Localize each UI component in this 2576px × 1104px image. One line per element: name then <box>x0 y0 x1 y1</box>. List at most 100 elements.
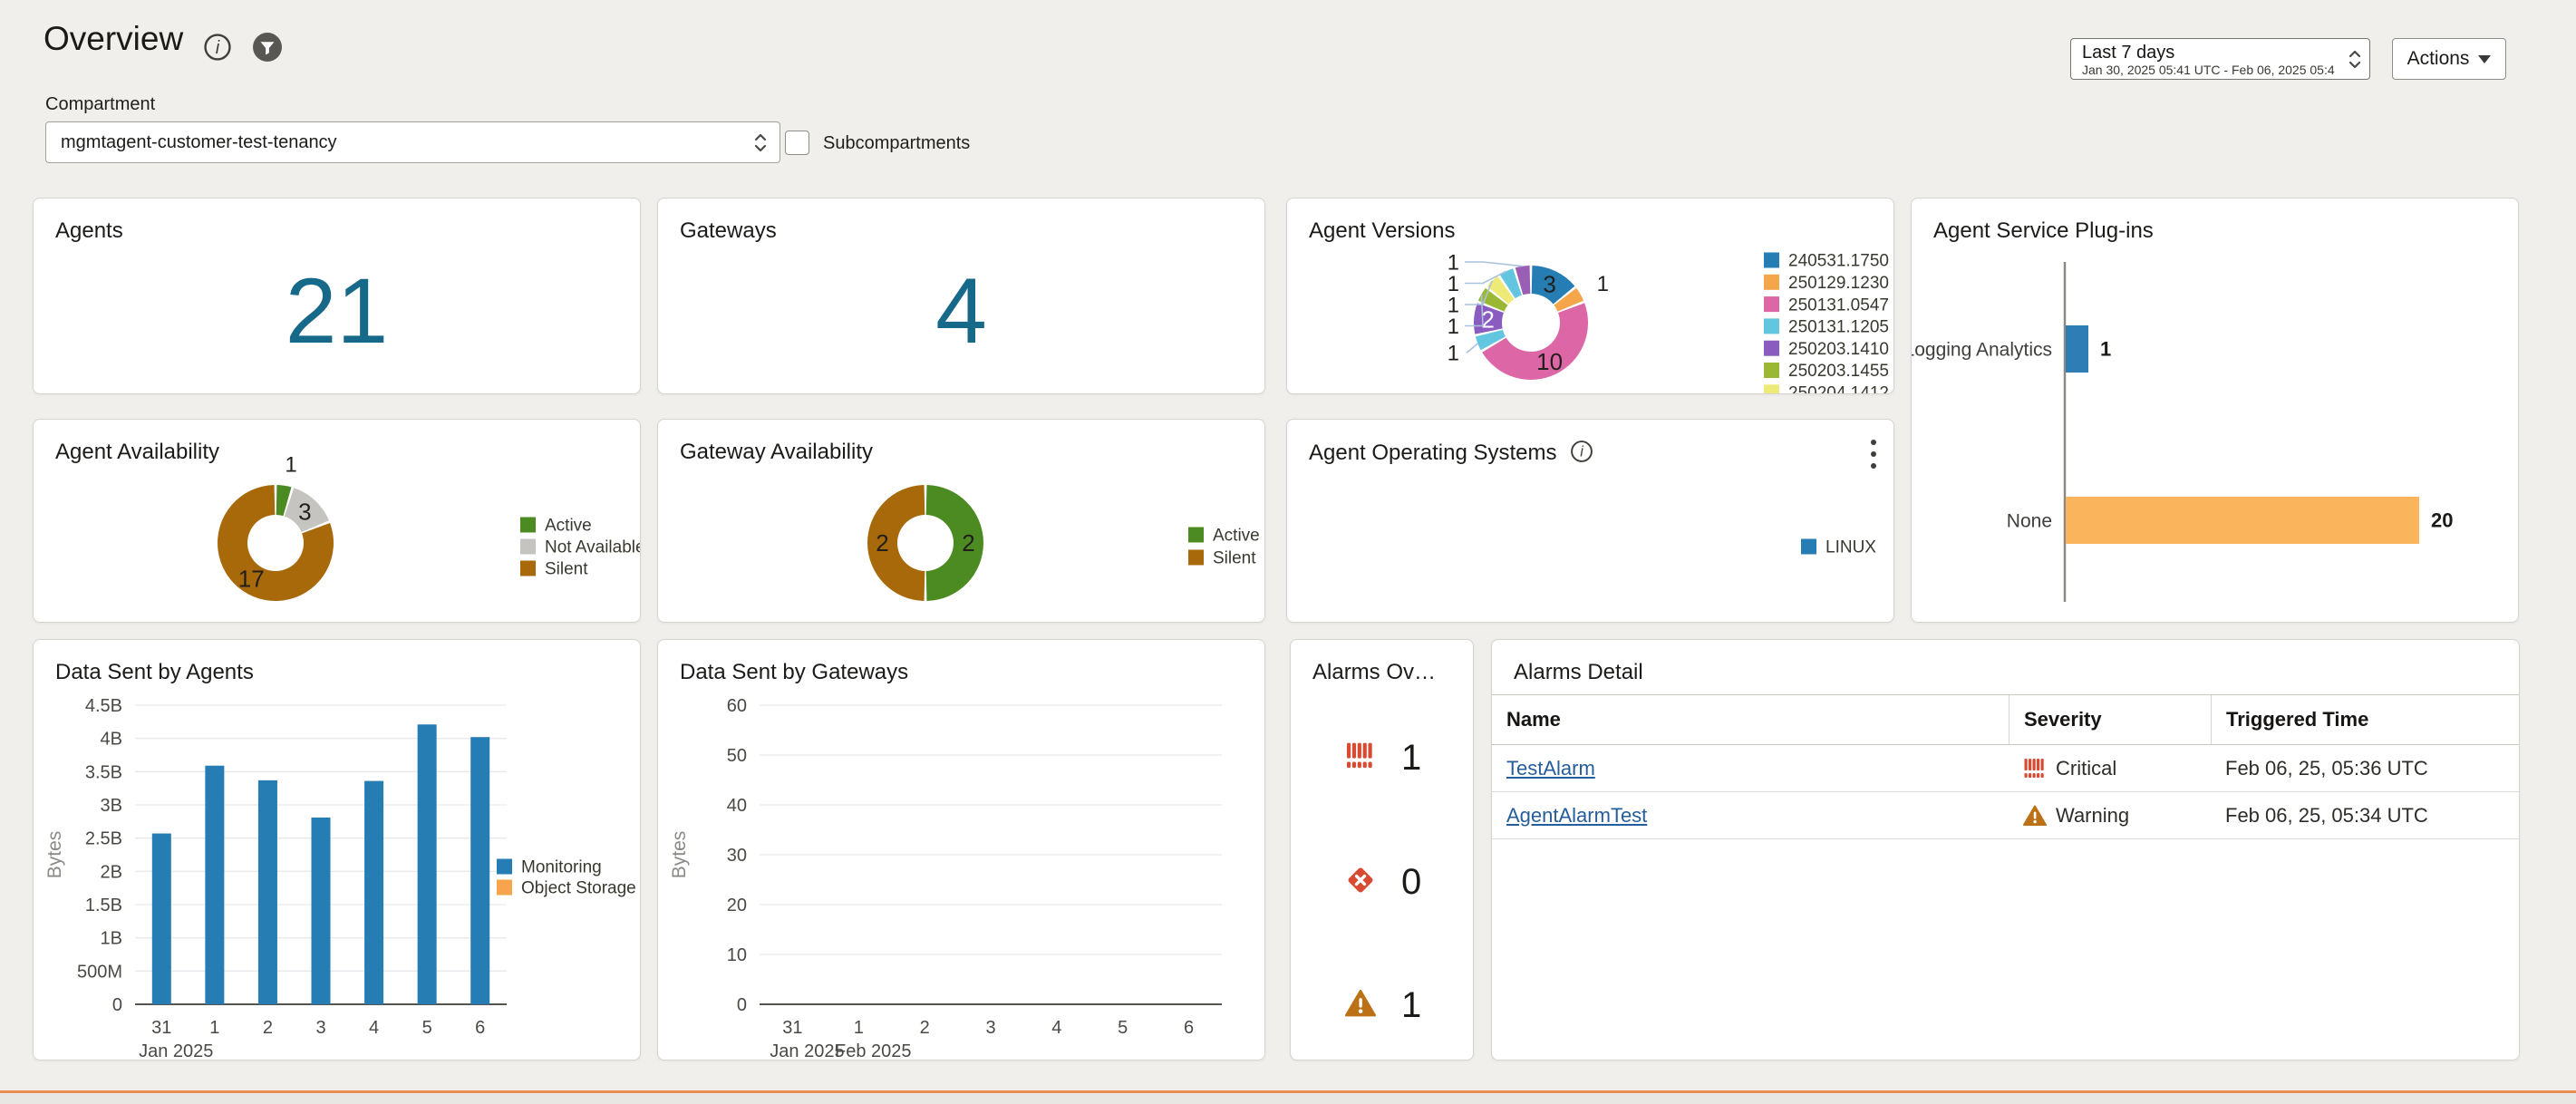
svg-text:250129.1230: 250129.1230 <box>1788 274 1889 293</box>
alarms-table-header: Name Severity Triggered Time <box>1492 694 2519 745</box>
agent-versions-card: Agent Versions 3110121111240531.17502501… <box>1286 198 1894 394</box>
svg-text:60: 60 <box>727 696 747 716</box>
svg-text:1: 1 <box>209 1018 219 1038</box>
svg-text:2.5B: 2.5B <box>85 829 122 849</box>
svg-text:Feb 2025: Feb 2025 <box>835 1041 912 1060</box>
svg-text:1: 1 <box>1448 315 1459 339</box>
svg-text:31: 31 <box>782 1018 802 1038</box>
critical-severity-icon <box>1345 741 1376 776</box>
warning-severity-icon <box>2023 804 2047 828</box>
actions-label: Actions <box>2407 48 2470 70</box>
svg-text:Bytes: Bytes <box>669 831 690 879</box>
page-info-icon[interactable]: i <box>203 33 232 66</box>
svg-text:3: 3 <box>315 1018 325 1038</box>
svg-text:3: 3 <box>1543 270 1555 297</box>
svg-text:240531.1750: 240531.1750 <box>1788 252 1889 271</box>
alarms-table: Name Severity Triggered Time TestAlarm C… <box>1492 694 2519 839</box>
card-title: Gateways <box>680 218 777 244</box>
svg-text:20: 20 <box>2431 509 2453 532</box>
agent-availability-card: Agent Availability 1317ActiveNot Availab… <box>33 419 641 623</box>
compartment-value: mgmtagent-customer-test-tenancy <box>61 132 337 153</box>
svg-text:2: 2 <box>962 529 974 557</box>
subcompartments-checkbox[interactable] <box>785 131 809 155</box>
svg-text:2: 2 <box>876 529 888 557</box>
svg-text:1: 1 <box>1597 272 1609 296</box>
svg-text:None: None <box>2007 510 2052 531</box>
svg-text:3B: 3B <box>101 796 122 816</box>
svg-text:0: 0 <box>737 995 747 1015</box>
gateway-availability-card: Gateway Availability 22ActiveSilent <box>657 419 1265 623</box>
svg-text:4: 4 <box>1051 1018 1061 1038</box>
column-header-name[interactable]: Name <box>1492 695 2009 744</box>
subcompartments-label: Subcompartments <box>823 133 970 154</box>
card-title: Agents <box>55 218 123 244</box>
agents-count: 21 <box>34 258 640 364</box>
agent-versions-donut-chart: 3110121111240531.1750250129.1230250131.0… <box>1287 199 1893 393</box>
card-title: Alarms Detail <box>1514 660 1643 685</box>
svg-text:4.5B: 4.5B <box>85 696 122 716</box>
svg-text:1: 1 <box>1448 342 1459 366</box>
svg-text:250131.0547: 250131.0547 <box>1788 295 1889 315</box>
alarm-link[interactable]: TestAlarm <box>1506 757 1595 780</box>
agent-service-plugins-card: Agent Service Plug-ins Logging Analytics… <box>1911 198 2519 623</box>
error-severity-icon <box>1345 865 1376 900</box>
severity-label: Critical <box>2056 757 2116 780</box>
svg-text:Silent: Silent <box>1213 549 1256 568</box>
compartment-label: Compartment <box>45 94 155 115</box>
compartment-select[interactable]: mgmtagent-customer-test-tenancy <box>45 121 780 163</box>
svg-text:2: 2 <box>920 1018 930 1038</box>
actions-button[interactable]: Actions <box>2392 38 2506 80</box>
svg-text:Silent: Silent <box>545 560 588 579</box>
data-sent-by-gateways-bar-chart: 010203040506031Jan 20251Feb 202523456Byt… <box>658 640 1264 1060</box>
svg-text:250203.1455: 250203.1455 <box>1788 362 1889 381</box>
warning-severity-icon <box>1345 988 1376 1023</box>
column-header-triggered-time[interactable]: Triggered Time <box>2211 695 2519 744</box>
agent-os-card: Agent Operating Systems i LINUX <box>1286 419 1894 623</box>
svg-text:6: 6 <box>475 1018 485 1038</box>
svg-text:Object Storage: Object Storage <box>521 879 636 898</box>
gateways-card: Gateways 4 <box>657 198 1265 394</box>
time-range-selector[interactable]: Last 7 days Jan 30, 2025 05:41 UTC - Feb… <box>2070 38 2370 80</box>
svg-text:3: 3 <box>298 498 311 525</box>
gateways-count: 4 <box>658 258 1264 364</box>
svg-text:1: 1 <box>285 452 296 477</box>
filter-icon[interactable] <box>252 32 283 67</box>
agent-os-donut-chart: LINUX <box>1287 420 1893 622</box>
critical-count: 1 <box>1401 738 1421 779</box>
triggered-time: Feb 06, 25, 05:36 UTC <box>2211 757 2519 780</box>
svg-text:5: 5 <box>422 1018 432 1038</box>
table-row: TestAlarm Critical Feb 06, 25, 05:36 UTC <box>1492 745 2519 792</box>
svg-text:31: 31 <box>151 1018 171 1038</box>
overview-page: Overview i Last 7 days Jan 30, 2025 05:4… <box>0 0 2576 1104</box>
svg-text:500M: 500M <box>77 962 122 982</box>
critical-severity-icon <box>2023 757 2047 780</box>
svg-text:10: 10 <box>1536 348 1563 375</box>
svg-text:1B: 1B <box>101 929 122 949</box>
svg-text:20: 20 <box>727 896 747 915</box>
svg-text:Monitoring: Monitoring <box>521 858 602 877</box>
caret-down-icon <box>2478 55 2491 63</box>
agents-card: Agents 21 <box>33 198 641 394</box>
svg-text:1: 1 <box>2100 338 2111 361</box>
svg-text:2: 2 <box>1481 306 1494 334</box>
chevron-up-down-icon <box>2346 48 2364 76</box>
svg-text:Jan 2025: Jan 2025 <box>139 1041 213 1060</box>
column-header-severity[interactable]: Severity <box>2009 695 2211 744</box>
alarm-critical-row: 1 <box>1291 740 1473 776</box>
page-bottom-strip <box>0 1093 2576 1104</box>
agent-service-plugins-bar-chart: Logging Analytics1None20 <box>1912 199 2518 622</box>
svg-text:30: 30 <box>727 846 747 866</box>
svg-text:3: 3 <box>985 1018 995 1038</box>
svg-text:40: 40 <box>727 796 747 816</box>
time-range-value: Jan 30, 2025 05:41 UTC - Feb 06, 2025 05… <box>2082 63 2336 77</box>
svg-text:Not Available: Not Available <box>545 538 641 557</box>
alarm-error-row: 0 <box>1291 864 1473 900</box>
svg-text:250131.1205: 250131.1205 <box>1788 318 1889 337</box>
svg-text:1.5B: 1.5B <box>85 896 122 915</box>
alarm-link[interactable]: AgentAlarmTest <box>1506 804 1647 828</box>
triggered-time: Feb 06, 25, 05:34 UTC <box>2211 804 2519 828</box>
agent-availability-donut-chart: 1317ActiveNot AvailableSilent <box>34 420 640 622</box>
svg-text:Bytes: Bytes <box>44 831 65 879</box>
severity-label: Warning <box>2056 804 2129 828</box>
svg-text:6: 6 <box>1184 1018 1194 1038</box>
